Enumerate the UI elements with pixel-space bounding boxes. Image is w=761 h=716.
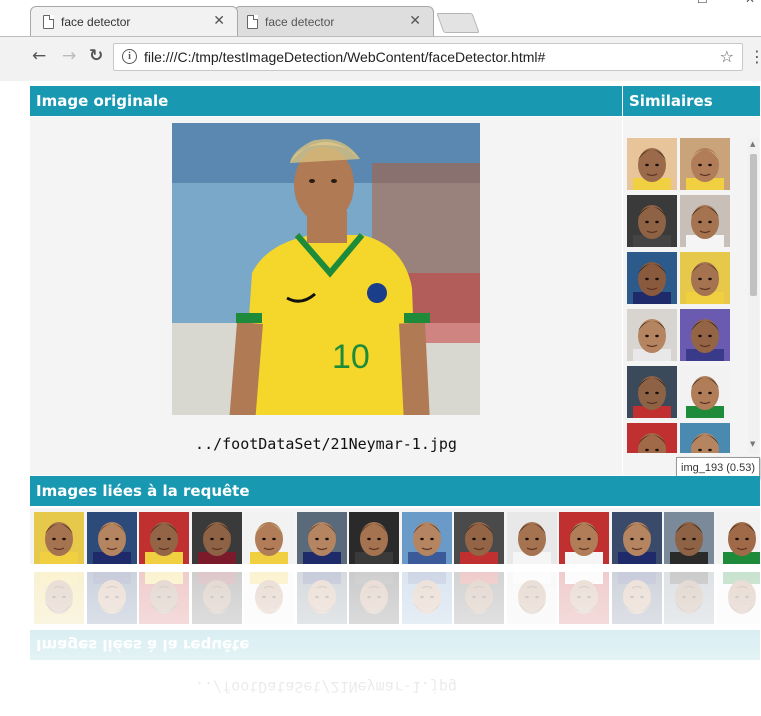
similar-image-thumbnail[interactable] <box>680 423 730 453</box>
tab-title: face detector <box>61 15 131 29</box>
close-tab-icon[interactable]: ✕ <box>409 13 421 29</box>
tab-title: face detector <box>265 15 335 29</box>
original-image-header: Image originale <box>30 86 622 116</box>
similar-image-thumbnail[interactable] <box>627 195 677 247</box>
related-images-strip[interactable] <box>30 508 760 564</box>
similar-image-thumbnail[interactable] <box>680 252 730 304</box>
related-image-thumbnail[interactable] <box>34 512 84 564</box>
similar-image-thumbnail[interactable] <box>627 252 677 304</box>
similar-image-thumbnail[interactable] <box>680 366 730 418</box>
new-tab-button[interactable] <box>436 13 480 33</box>
related-image-thumbnail[interactable] <box>86 512 137 564</box>
original-image: 10 <box>172 123 480 415</box>
scroll-down-icon[interactable]: ▼ <box>750 440 755 448</box>
related-image-thumbnail[interactable] <box>296 512 347 564</box>
browser-toolbar: ← → ↻ i file:///C:/tmp/testImageDetectio… <box>0 36 761 81</box>
related-image-thumbnail[interactable] <box>664 512 714 564</box>
address-bar[interactable]: i file:///C:/tmp/testImageDetection/WebC… <box>113 43 743 71</box>
similar-image-thumbnail[interactable] <box>627 423 677 453</box>
related-image-thumbnail[interactable] <box>716 512 760 564</box>
document-icon <box>247 15 258 29</box>
similar-images-scrollbar[interactable]: ▲ ▼ <box>748 138 759 454</box>
similar-image-thumbnail[interactable] <box>627 366 677 418</box>
similar-image-thumbnail[interactable] <box>627 138 677 190</box>
scrollbar-thumb[interactable] <box>750 154 757 296</box>
tab-face-detector-inactive[interactable]: face detector ✕ <box>234 6 434 36</box>
similar-image-thumbnail[interactable] <box>680 309 730 361</box>
related-image-thumbnail[interactable] <box>191 512 242 564</box>
maximize-icon[interactable]: ☐ <box>697 0 708 6</box>
related-image-thumbnail[interactable] <box>244 512 294 564</box>
close-tab-icon[interactable]: ✕ <box>213 13 225 29</box>
reflection-fade <box>0 566 761 716</box>
bookmark-star-icon[interactable]: ☆ <box>720 47 734 66</box>
related-image-thumbnail[interactable] <box>559 512 609 564</box>
tab-strip: face detector ✕ face detector ✕ − ☐ ✕ <box>0 0 761 38</box>
forward-icon[interactable]: → <box>62 46 76 66</box>
similar-images-grid[interactable] <box>627 138 733 453</box>
info-icon[interactable]: i <box>122 49 137 64</box>
reload-icon[interactable]: ↻ <box>89 46 103 66</box>
browser-menu-icon[interactable]: ⋮ <box>749 47 761 66</box>
related-image-thumbnail[interactable] <box>454 512 504 564</box>
original-image-panel: 10 ../footDataSet/21Neymar-1.jpg <box>30 117 622 475</box>
related-image-thumbnail[interactable] <box>349 512 399 564</box>
similar-image-thumbnail[interactable] <box>680 138 730 190</box>
document-icon <box>43 15 54 29</box>
related-image-thumbnail[interactable] <box>401 512 452 564</box>
url-text[interactable]: file:///C:/tmp/testImageDetection/WebCon… <box>144 49 545 65</box>
image-filename-caption: ../footDataSet/21Neymar-1.jpg <box>195 435 457 453</box>
close-window-icon[interactable]: ✕ <box>745 0 755 6</box>
related-image-thumbnail[interactable] <box>139 512 189 564</box>
similar-images-header: Similaires <box>623 86 760 116</box>
scroll-up-icon[interactable]: ▲ <box>750 140 755 148</box>
similar-image-thumbnail[interactable] <box>680 195 730 247</box>
similar-image-thumbnail[interactable] <box>627 309 677 361</box>
tab-face-detector-active[interactable]: face detector ✕ <box>30 6 238 36</box>
back-icon[interactable]: ← <box>32 46 46 66</box>
related-image-thumbnail[interactable] <box>611 512 662 564</box>
minimize-icon[interactable]: − <box>597 0 607 6</box>
related-image-thumbnail[interactable] <box>506 512 557 564</box>
related-images-header: Images liées à la requête <box>30 476 760 506</box>
svg-text:10: 10 <box>332 338 370 376</box>
